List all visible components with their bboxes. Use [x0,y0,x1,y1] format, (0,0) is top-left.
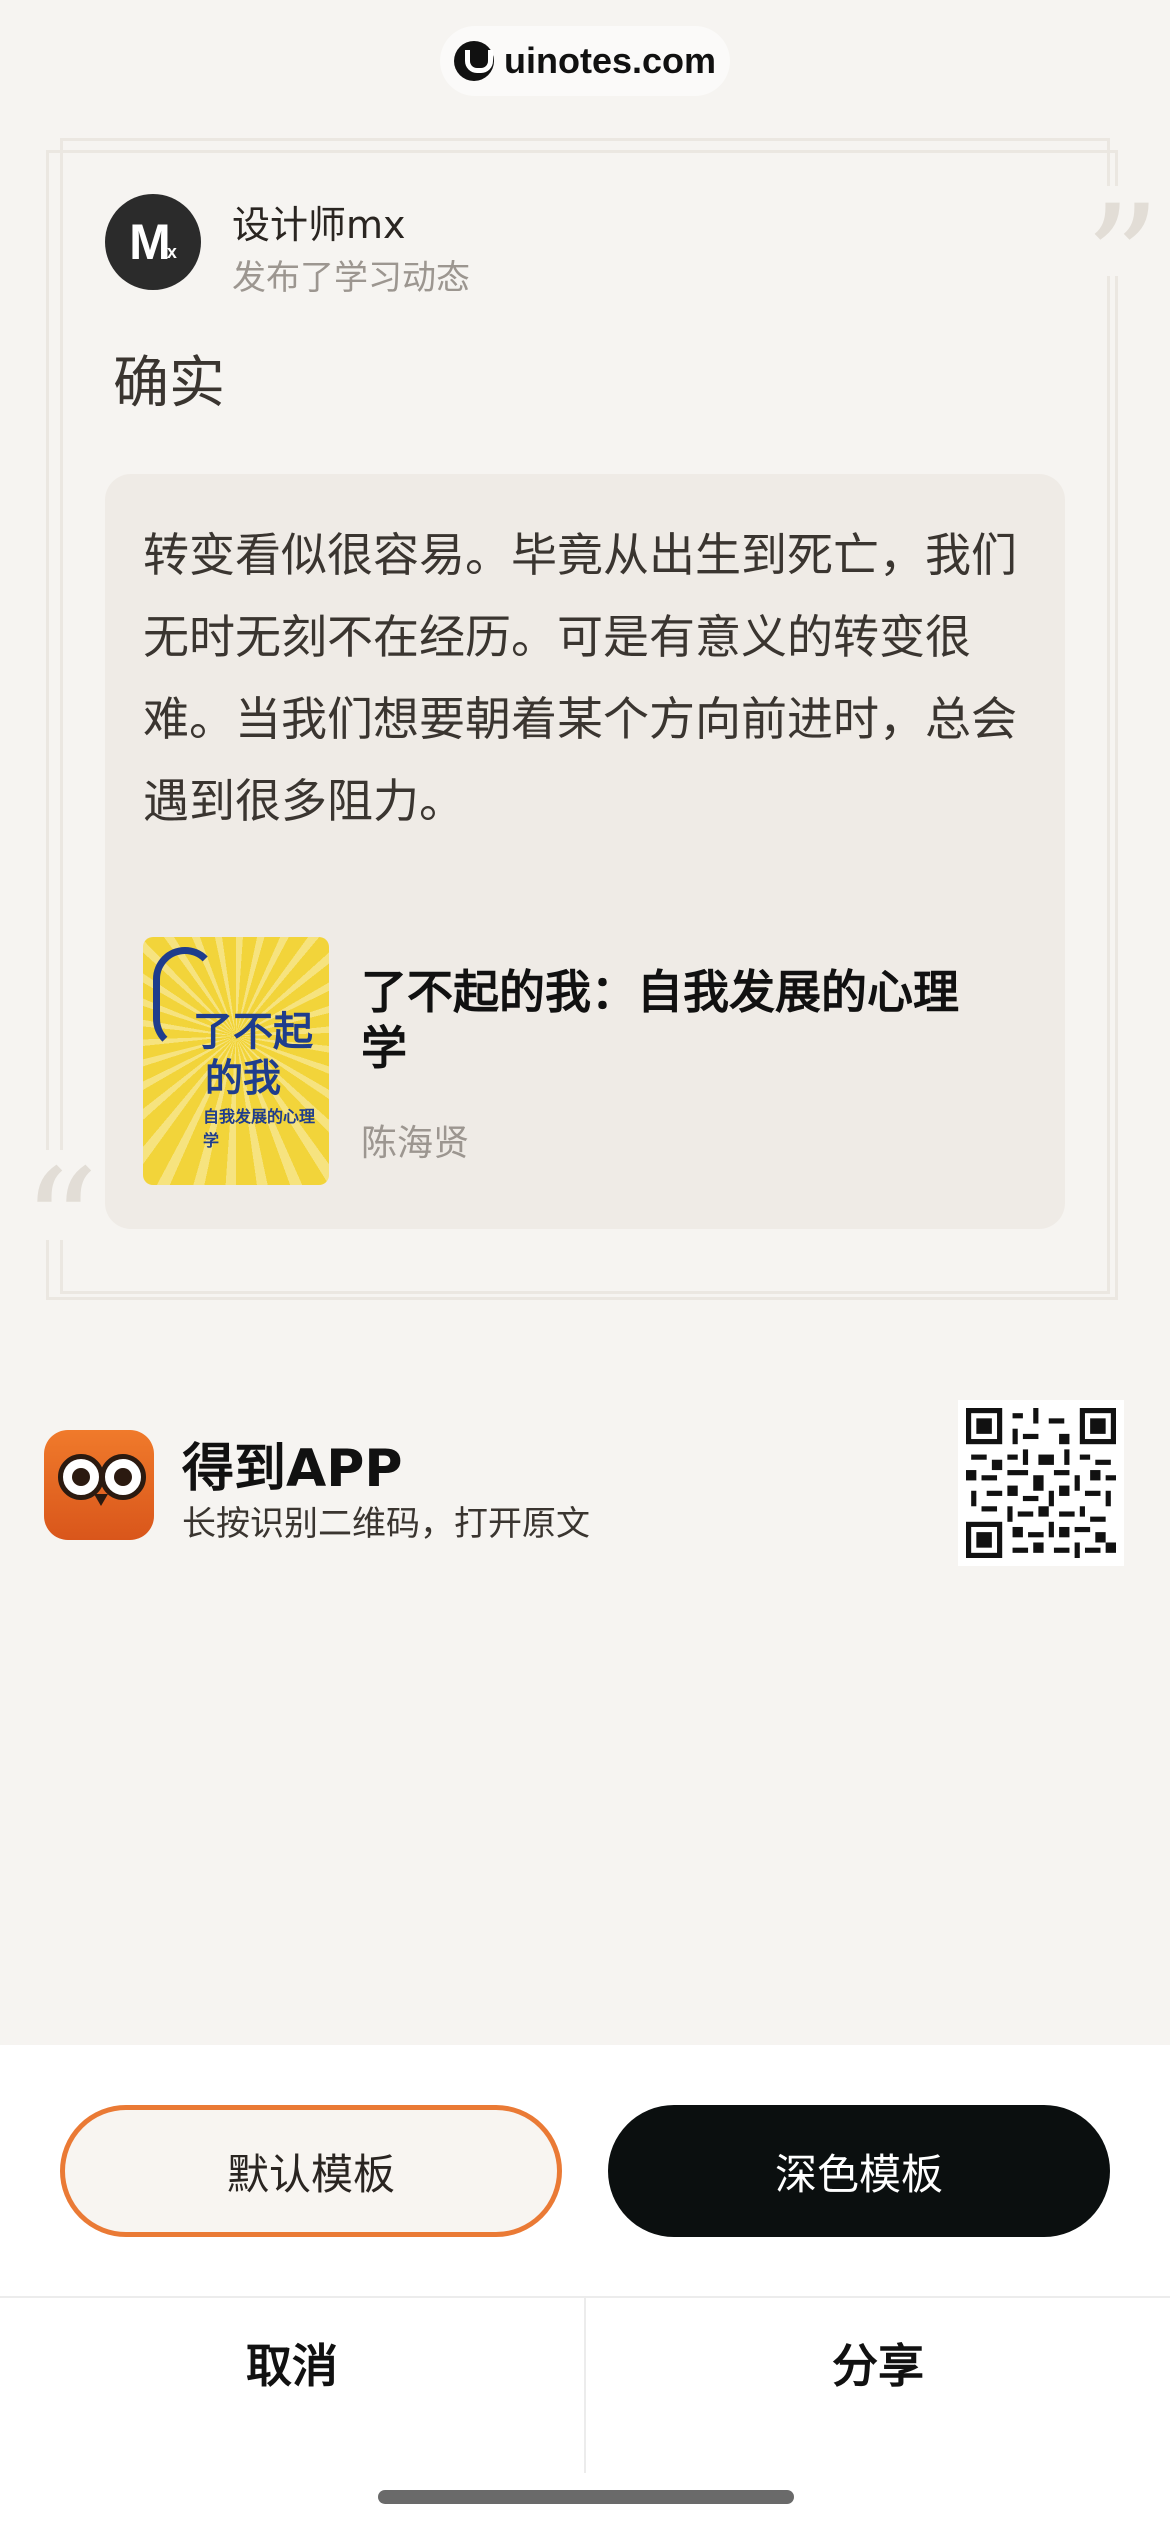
post-text: 确实 [113,351,225,416]
cover-subtitle: 自我发展的心理学 [203,1107,316,1150]
avatar: Mx [105,194,201,290]
watermark-text: uinotes.com [503,40,717,81]
cover-title-line2: 的我 [205,1056,282,1100]
avatar-letter: M [129,214,171,270]
share-button[interactable]: 分享 [586,2298,1170,2428]
quote-card: 转变看似很容易。毕竟从出生到死亡，我们无时无刻不在经历。可是有意义的转变很难。当… [105,474,1065,1229]
book-cover: 了不起 的我 自我发展的心理学 [143,937,329,1185]
bottom-sheet: 默认模板 深色模板 取消 分享 [0,2045,1170,2532]
home-indicator[interactable] [378,2490,794,2504]
app-subtitle: 长按识别二维码，打开原文 [182,1504,590,1544]
dark-template-button[interactable]: 深色模板 [608,2105,1110,2237]
cancel-button[interactable]: 取消 [0,2298,584,2428]
book-title: 了不起的我：自我发展的心理学 [361,965,959,1075]
watermark: uinotes.com [440,26,730,96]
open-quote-icon: “ [16,1150,105,1240]
qr-code [958,1400,1124,1566]
close-quote-icon: ” [1078,186,1167,276]
owl-beak [94,1494,108,1506]
user-name: 设计师mx [232,203,406,247]
post-action-text: 发布了学习动态 [232,258,470,298]
default-template-button[interactable]: 默认模板 [60,2105,562,2237]
dedao-app-icon [44,1430,154,1540]
book-author: 陈海贤 [361,1123,470,1164]
qr-code-icon [966,1408,1116,1558]
quote-text: 转变看似很容易。毕竟从出生到死亡，我们无时无刻不在经历。可是有意义的转变很难。当… [143,528,1017,828]
uinotes-logo-icon [453,41,494,81]
app-name: 得到APP [182,1439,403,1499]
